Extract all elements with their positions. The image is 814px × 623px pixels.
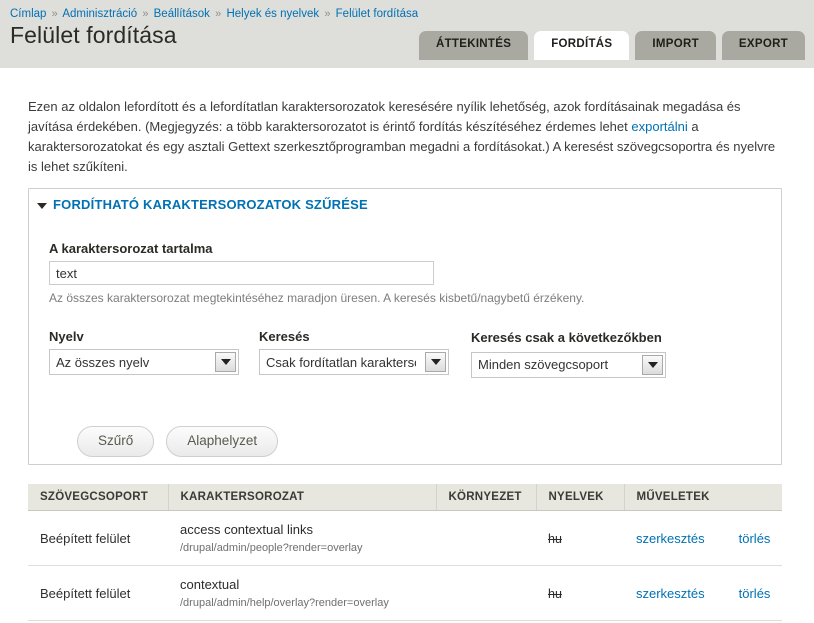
intro-paragraph: Ezen az oldalon lefordított és a lefordí… — [28, 97, 776, 178]
language-code-untranslated: hu — [548, 531, 562, 546]
edit-link[interactable]: szerkesztés — [636, 586, 705, 601]
filter-fieldset: FORDÍTHATÓ KARAKTERSOROZATOK SZŰRÉSE A k… — [28, 188, 782, 465]
cell-string: contextual /drupal/admin/help/overlay?re… — [168, 565, 436, 621]
language-select[interactable]: Az összes nyelv — [49, 349, 239, 375]
filter-actions: Szűrő Alaphelyzet — [77, 426, 279, 457]
breadcrumb-separator: » — [215, 8, 222, 20]
tab-import[interactable]: IMPORT — [635, 31, 716, 60]
string-filter-group: A karaktersorozat tartalma Az összes kar… — [49, 241, 584, 305]
group-filter-label: Keresés csak a következőkben — [471, 330, 662, 345]
tab-export[interactable]: EXPORT — [721, 31, 805, 60]
table-row: Beépített felület access contextual link… — [28, 510, 782, 566]
edit-link[interactable]: szerkesztés — [636, 531, 705, 546]
primary-tabs: ÁTTEKINTÉS FORDÍTÁS IMPORT EXPORT — [418, 31, 805, 60]
group-select-wrap: Minden szövegcsoport — [471, 351, 666, 378]
translations-table: SZÖVEGCSOPORT KARAKTERSOROZAT KÖRNYEZET … — [28, 484, 782, 621]
breadcrumb-item-settings[interactable]: Beállítások — [154, 8, 210, 20]
delete-link[interactable]: törlés — [739, 586, 771, 601]
cell-textgroup: Beépített felület — [28, 510, 168, 566]
filter-reset-button[interactable]: Alaphelyzet — [166, 426, 279, 457]
filter-legend-label: FORDÍTHATÓ KARAKTERSOROZATOK SZŰRÉSE — [53, 197, 368, 212]
cell-languages: hu — [536, 565, 624, 621]
group-select[interactable]: Minden szövegcsoport — [471, 351, 666, 378]
group-filter-group: Keresés csak a következőkben Minden szöv… — [471, 329, 681, 378]
column-header-textgroup: SZÖVEGCSOPORT — [28, 484, 169, 511]
string-filter-label: A karaktersorozat tartalma — [49, 241, 213, 256]
language-code-untranslated: hu — [548, 586, 562, 601]
language-filter-label: Nyelv — [49, 329, 84, 344]
cell-string: access contextual links /drupal/admin/pe… — [168, 510, 436, 566]
search-select-wrap: Csak fordítatlan karaktersorozatok — [259, 349, 449, 375]
caret-down-icon — [37, 202, 47, 209]
cell-context — [436, 565, 536, 621]
breadcrumb-item-home[interactable]: Címlap — [10, 8, 46, 20]
operations-links: szerkesztés törlés — [636, 531, 772, 546]
table-head: SZÖVEGCSOPORT KARAKTERSOROZAT KÖRNYEZET … — [28, 484, 782, 511]
operations-links: szerkesztés törlés — [636, 586, 772, 601]
breadcrumb: Címlap » Adminisztráció » Beállítások » … — [10, 8, 418, 20]
export-link[interactable]: exportálni — [631, 119, 687, 134]
cell-languages: hu — [536, 510, 624, 566]
search-filter-group: Keresés Csak fordítatlan karaktersorozat… — [259, 329, 471, 375]
table-body: Beépített felület access contextual link… — [28, 510, 782, 621]
breadcrumb-item-regional-language[interactable]: Helyek és nyelvek — [226, 8, 319, 20]
breadcrumb-separator: » — [142, 8, 149, 20]
language-filter-group: Nyelv Az összes nyelv — [49, 329, 259, 375]
breadcrumb-item-interface-translation[interactable]: Felület fordítása — [336, 8, 418, 20]
breadcrumb-separator: » — [324, 8, 331, 20]
column-header-languages: NYELVEK — [536, 484, 625, 511]
language-select-wrap: Az összes nyelv — [49, 349, 239, 375]
page-title: Felület fordítása — [10, 22, 177, 48]
breadcrumb-item-administration[interactable]: Adminisztráció — [62, 8, 137, 20]
cell-operations: szerkesztés törlés — [624, 565, 782, 621]
search-filter-label: Keresés — [259, 329, 310, 344]
filter-legend[interactable]: FORDÍTHATÓ KARAKTERSOROZATOK SZŰRÉSE — [37, 197, 368, 212]
filter-selects-row: Nyelv Az összes nyelv Keresés Csak fordí… — [49, 329, 764, 378]
translations-table-wrap: SZÖVEGCSOPORT KARAKTERSOROZAT KÖRNYEZET … — [28, 484, 782, 621]
table-header-row: SZÖVEGCSOPORT KARAKTERSOROZAT KÖRNYEZET … — [28, 484, 782, 511]
search-select[interactable]: Csak fordítatlan karaktersorozatok — [259, 349, 449, 375]
source-string: access contextual links — [180, 522, 313, 537]
cell-context — [436, 510, 536, 566]
filter-submit-button[interactable]: Szűrő — [77, 426, 155, 457]
page-content: Ezen az oldalon lefordított és a lefordí… — [0, 68, 814, 623]
cell-textgroup: Beépített felület — [28, 565, 168, 621]
page-root: Címlap » Adminisztráció » Beállítások » … — [0, 0, 814, 623]
source-location: /drupal/admin/help/overlay?render=overla… — [180, 597, 389, 609]
breadcrumb-separator: » — [51, 8, 58, 20]
column-header-context: KÖRNYEZET — [436, 484, 537, 511]
string-filter-input[interactable] — [49, 261, 434, 285]
tab-overview[interactable]: ÁTTEKINTÉS — [418, 31, 529, 60]
column-header-string: KARAKTERSOROZAT — [168, 484, 437, 511]
source-string: contextual — [180, 577, 240, 592]
page-header: Címlap » Adminisztráció » Beállítások » … — [0, 0, 814, 68]
source-location: /drupal/admin/people?render=overlay — [180, 542, 363, 554]
table-row: Beépített felület contextual /drupal/adm… — [28, 565, 782, 621]
delete-link[interactable]: törlés — [739, 531, 771, 546]
tab-translate[interactable]: FORDÍTÁS — [534, 31, 630, 60]
cell-operations: szerkesztés törlés — [624, 510, 782, 566]
string-filter-description: Az összes karaktersorozat megtekintéséhe… — [49, 291, 585, 305]
column-header-operations: MŰVELETEK — [624, 484, 782, 511]
